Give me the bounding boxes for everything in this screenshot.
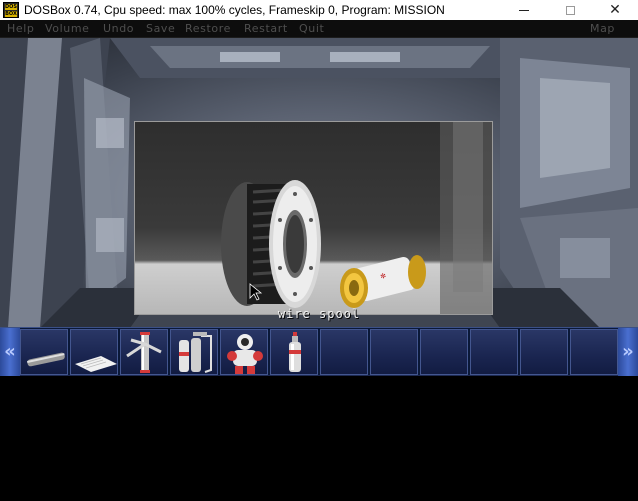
menu-map[interactable]: Map <box>590 22 615 35</box>
gas-welder-icon <box>179 332 212 373</box>
item-closeup-panel: ✻ <box>134 121 493 315</box>
dosbox-icon-text-bottom: BOX <box>5 11 17 17</box>
inventory-slot-3[interactable] <box>120 329 168 375</box>
closeup-view: ✻ <box>221 122 492 314</box>
inventory-slot-7[interactable] <box>320 329 368 375</box>
minimize-button[interactable] <box>501 0 547 20</box>
inventory-slot-4[interactable] <box>170 329 218 375</box>
maximize-button[interactable] <box>547 0 593 20</box>
inventory-scroll-left-button[interactable]: « <box>0 328 20 376</box>
chevron-left-icon: « <box>4 341 16 362</box>
wire-spool-object <box>221 180 321 308</box>
inventory-slot-12[interactable] <box>570 329 618 375</box>
menu-undo[interactable]: Undo <box>103 22 134 35</box>
inventory-slot-8[interactable] <box>370 329 418 375</box>
inventory-slot-5[interactable] <box>220 329 268 375</box>
item-caption: wire spool <box>277 307 361 321</box>
dosbox-icon: DOS BOX <box>3 2 19 18</box>
menu-save[interactable]: Save <box>146 22 175 35</box>
inventory-scroll-right-button[interactable]: » <box>618 328 638 376</box>
inventory-slot-2[interactable] <box>70 329 118 375</box>
inventory-slot-9[interactable] <box>420 329 468 375</box>
maximize-icon <box>565 5 575 15</box>
game-scene[interactable]: ✻ wire spool <box>0 38 638 328</box>
menu-restart[interactable]: Restart <box>244 22 288 35</box>
inventory-bar: « » <box>0 327 638 376</box>
spray-can-icon <box>289 332 301 372</box>
inventory-slot-11[interactable] <box>520 329 568 375</box>
metal-tripod-icon <box>126 332 162 373</box>
menu-quit[interactable]: Quit <box>299 22 324 35</box>
menu-volume[interactable]: Volume <box>45 22 90 35</box>
dosbox-icon-text-top: DOS <box>5 4 18 10</box>
menu-help[interactable]: Help <box>7 22 34 35</box>
paper-sheet-icon <box>75 356 117 372</box>
pipe-icon <box>26 352 65 367</box>
window-title: DOSBox 0.74, Cpu speed: max 100% cycles,… <box>24 3 445 17</box>
inventory-slot-10[interactable] <box>470 329 518 375</box>
robot-icon <box>227 334 263 374</box>
black-letterbox-area <box>0 376 638 501</box>
chevron-right-icon: » <box>622 341 634 362</box>
close-icon: ✕ <box>609 2 621 18</box>
canister-object: ✻ <box>340 255 426 308</box>
window-title-bar: DOS BOX DOSBox 0.74, Cpu speed: max 100%… <box>0 0 638 20</box>
close-button[interactable]: ✕ <box>592 0 638 20</box>
game-menu-bar: Help Volume Undo Save Restore Restart Qu… <box>0 20 638 38</box>
minimize-icon <box>519 9 529 11</box>
menu-restore[interactable]: Restore <box>185 22 231 35</box>
inventory-slot-1[interactable] <box>20 329 68 375</box>
inventory-slot-6[interactable] <box>270 329 318 375</box>
